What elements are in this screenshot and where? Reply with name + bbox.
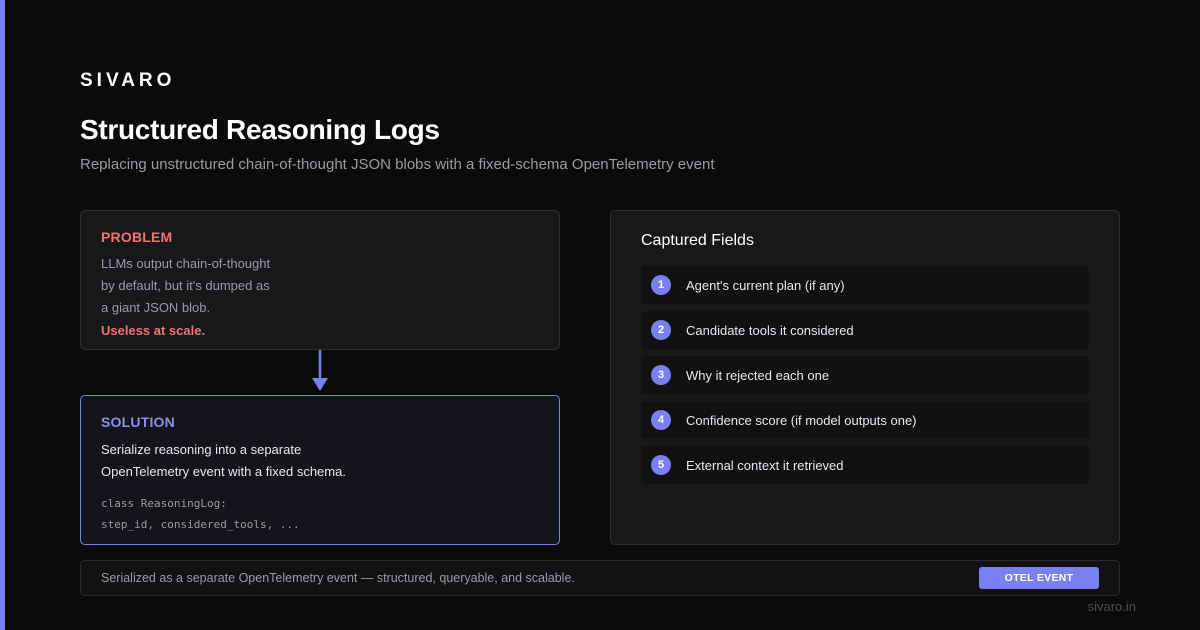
field-item: 5 External context it retrieved — [641, 446, 1089, 484]
captured-fields-title: Captured Fields — [641, 232, 754, 249]
code-line: class ReasoningLog: — [101, 497, 227, 510]
captured-fields-list: 1 Agent's current plan (if any) 2 Candid… — [641, 266, 1089, 484]
field-item: 4 Confidence score (if model outputs one… — [641, 401, 1089, 439]
page-subtitle: Replacing unstructured chain-of-thought … — [80, 156, 715, 173]
arrow-down-icon — [312, 350, 328, 391]
solution-label: SOLUTION — [101, 414, 175, 430]
otel-event-badge: OTEL EVENT — [979, 567, 1099, 589]
footer-bar: Serialized as a separate OpenTelemetry e… — [80, 560, 1120, 596]
problem-line: LLMs output chain-of-thought — [101, 256, 271, 271]
problem-line: by default, but it's dumped as — [101, 278, 270, 293]
captured-fields-panel: Captured Fields 1 Agent's current plan (… — [610, 210, 1120, 545]
problem-card: PROBLEM LLMs output chain-of-thought by … — [80, 210, 560, 350]
code-snippet: class ReasoningLog: step_id, considered_… — [101, 493, 539, 535]
field-number-badge: 5 — [651, 455, 671, 475]
field-label: External context it retrieved — [686, 457, 844, 473]
solution-card: SOLUTION Serialize reasoning into a sepa… — [80, 395, 560, 545]
solution-description: Serialize reasoning into a separate Open… — [101, 439, 539, 483]
problem-label: PROBLEM — [101, 229, 173, 245]
code-line: step_id, considered_tools, ... — [101, 518, 300, 531]
field-item: 3 Why it rejected each one — [641, 356, 1089, 394]
field-item: 2 Candidate tools it considered — [641, 311, 1089, 349]
field-label: Agent's current plan (if any) — [686, 277, 845, 293]
field-number-badge: 3 — [651, 365, 671, 385]
field-label: Candidate tools it considered — [686, 322, 854, 338]
brand-logo: SIVARO — [80, 70, 176, 91]
field-number-badge: 4 — [651, 410, 671, 430]
page-title: Structured Reasoning Logs — [80, 114, 440, 145]
field-number-badge: 2 — [651, 320, 671, 340]
solution-line: OpenTelemetry event with a fixed schema. — [101, 464, 346, 479]
field-label: Why it rejected each one — [686, 367, 830, 383]
footer-text: Serialized as a separate OpenTelemetry e… — [101, 571, 575, 585]
field-label: Confidence score (if model outputs one) — [686, 412, 917, 428]
accent-bar — [0, 0, 5, 630]
field-item: 1 Agent's current plan (if any) — [641, 266, 1089, 304]
solution-line: Serialize reasoning into a separate — [101, 442, 302, 457]
site-url: sivaro.in — [1087, 599, 1136, 614]
field-number-badge: 1 — [651, 275, 671, 295]
problem-description: LLMs output chain-of-thought by default,… — [101, 253, 539, 319]
problem-emphasis: Useless at scale. — [101, 323, 206, 338]
problem-line: a giant JSON blob. — [101, 300, 211, 315]
